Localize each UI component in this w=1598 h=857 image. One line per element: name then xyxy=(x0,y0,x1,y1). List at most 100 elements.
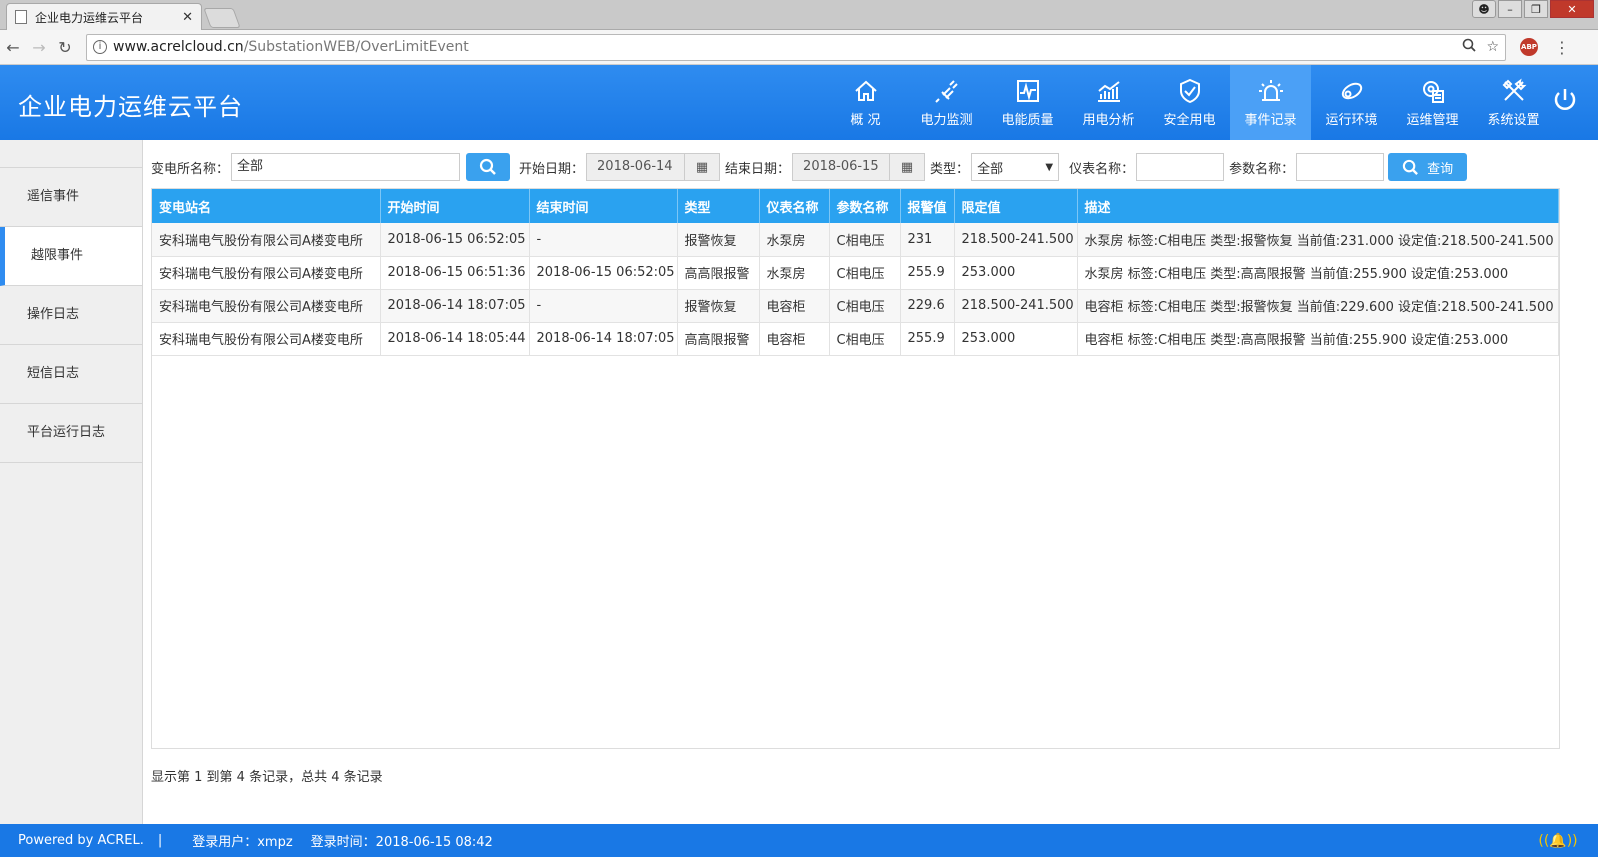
plug-icon xyxy=(934,80,958,103)
nav-event-records[interactable]: 事件记录 xyxy=(1230,65,1311,140)
cell-meter: 电容柜 xyxy=(759,322,830,356)
zoom-search-icon[interactable] xyxy=(1462,38,1477,56)
adblock-icon[interactable]: ABP xyxy=(1520,38,1538,56)
app-header: 企业电力运维云平台 概 况 电力监测 电能质量 用电分析 安全用电 事件记录 运… xyxy=(0,65,1598,140)
close-window-icon[interactable]: ✕ xyxy=(1550,0,1594,18)
cell-description: 电容柜 标签:C相电压 类型:高高限报警 当前值:255.900 设定值:253… xyxy=(1077,322,1559,356)
sidebar-item-platform-log[interactable]: 平台运行日志 xyxy=(0,404,142,463)
power-icon[interactable] xyxy=(1550,85,1580,115)
cell-start-time: 2018-06-15 06:51:36 xyxy=(380,256,530,290)
cell-alarm-value: 231 xyxy=(900,223,955,257)
new-tab-button[interactable] xyxy=(203,8,241,28)
site-info-icon[interactable]: i xyxy=(93,40,107,54)
cell-end-time: 2018-06-15 06:52:05 xyxy=(529,256,678,290)
nav-overview[interactable]: 概 况 xyxy=(825,65,906,140)
substation-search-button[interactable] xyxy=(466,153,511,181)
start-date-input[interactable]: 2018-06-14 xyxy=(586,153,686,181)
cell-meter: 水泵房 xyxy=(759,223,830,257)
back-icon[interactable]: ← xyxy=(0,38,26,57)
dropdown-arrow-icon: ▼ xyxy=(1045,161,1054,173)
user-profile-icon[interactable]: ☻ xyxy=(1472,0,1496,18)
type-select[interactable]: 全部 ▼ xyxy=(971,153,1060,181)
table-row[interactable]: 安科瑞电气股份有限公司A楼变电所 2018-06-14 18:05:44 201… xyxy=(152,322,1559,356)
bar-chart-icon xyxy=(1097,81,1120,102)
cell-end-time: 2018-06-14 18:07:05 xyxy=(529,322,678,356)
nav-label: 概 况 xyxy=(850,113,881,128)
nav-label: 电能质量 xyxy=(1001,113,1054,128)
nav-system-settings[interactable]: 系统设置 xyxy=(1473,65,1554,140)
param-input[interactable] xyxy=(1296,153,1385,181)
cell-description: 水泵房 标签:C相电压 类型:报警恢复 当前值:231.000 设定值:218.… xyxy=(1077,223,1559,257)
meter-input[interactable] xyxy=(1136,153,1225,181)
table-row[interactable]: 安科瑞电气股份有限公司A楼变电所 2018-06-14 18:07:05 - 报… xyxy=(152,289,1559,323)
end-date-label: 结束日期： xyxy=(725,161,791,177)
nav-power-quality[interactable]: 电能质量 xyxy=(987,65,1068,140)
table-row[interactable]: 安科瑞电气股份有限公司A楼变电所 2018-06-15 06:52:05 - 报… xyxy=(152,223,1559,257)
cell-substation: 安科瑞电气股份有限公司A楼变电所 xyxy=(152,322,381,356)
powered-by-text: Powered by ACREL. xyxy=(18,833,144,848)
filter-bar: 变电所名称： 全部 开始日期： 2018-06-14 ▦ 结束日期： 2018-… xyxy=(151,152,1468,182)
browser-menu-icon[interactable]: ⋮ xyxy=(1554,38,1570,57)
end-date-input[interactable]: 2018-06-15 xyxy=(792,153,891,181)
col-meter[interactable]: 仪表名称 xyxy=(759,189,830,223)
nav-label: 运行环境 xyxy=(1325,113,1378,128)
cell-limit-value: 253.000 xyxy=(954,256,1078,290)
url-text[interactable]: www.acrelcloud.cn/SubstationWEB/OverLimi… xyxy=(113,39,1452,55)
end-calendar-icon[interactable]: ▦ xyxy=(890,153,926,181)
main-content: 变电所名称： 全部 开始日期： 2018-06-14 ▦ 结束日期： 2018-… xyxy=(143,140,1598,824)
cell-param: C相电压 xyxy=(829,289,901,323)
restore-icon[interactable]: ❐ xyxy=(1524,0,1548,18)
nav-label: 安全用电 xyxy=(1163,113,1216,128)
col-limit-value[interactable]: 限定值 xyxy=(954,189,1078,223)
reload-icon[interactable]: ↻ xyxy=(52,38,78,57)
forward-icon[interactable]: → xyxy=(26,38,52,57)
sidebar-item-remote-signal-events[interactable]: 遥信事件 xyxy=(0,168,142,227)
cell-end-time: - xyxy=(529,223,678,257)
tab-close-icon[interactable]: ✕ xyxy=(182,10,193,25)
nav-power-monitoring[interactable]: 电力监测 xyxy=(906,65,987,140)
event-table: 变电站名 开始时间 结束时间 类型 仪表名称 参数名称 报警值 限定值 描述 安… xyxy=(152,189,1559,356)
col-substation[interactable]: 变电站名 xyxy=(152,189,381,223)
nav-usage-analysis[interactable]: 用电分析 xyxy=(1068,65,1149,140)
start-calendar-icon[interactable]: ▦ xyxy=(685,153,721,181)
cell-description: 水泵房 标签:C相电压 类型:高高限报警 当前值:255.900 设定值:253… xyxy=(1077,256,1559,290)
minimize-icon[interactable]: – xyxy=(1498,0,1522,18)
bookmark-star-icon[interactable]: ☆ xyxy=(1486,39,1499,55)
search-icon xyxy=(479,158,496,175)
col-param[interactable]: 参数名称 xyxy=(829,189,901,223)
param-label: 参数名称： xyxy=(1229,161,1295,177)
cell-limit-value: 218.500-241.500 xyxy=(954,223,1078,257)
address-bar[interactable]: i www.acrelcloud.cn/SubstationWEB/OverLi… xyxy=(86,33,1506,61)
nav-maintenance[interactable]: 运维管理 xyxy=(1392,65,1473,140)
cell-substation: 安科瑞电气股份有限公司A楼变电所 xyxy=(152,289,381,323)
nav-environment[interactable]: 运行环境 xyxy=(1311,65,1392,140)
table-row[interactable]: 安科瑞电气股份有限公司A楼变电所 2018-06-15 06:51:36 201… xyxy=(152,256,1559,290)
col-alarm-value[interactable]: 报警值 xyxy=(900,189,955,223)
cell-param: C相电压 xyxy=(829,256,901,290)
cell-substation: 安科瑞电气股份有限公司A楼变电所 xyxy=(152,256,381,290)
query-button[interactable]: 查询 xyxy=(1388,153,1468,181)
sidebar-item-overlimit-events[interactable]: 越限事件 xyxy=(0,227,142,286)
type-label: 类型： xyxy=(930,161,970,177)
col-start-time[interactable]: 开始时间 xyxy=(380,189,530,223)
sidebar-item-operation-log[interactable]: 操作日志 xyxy=(0,286,142,345)
app-title: 企业电力运维云平台 xyxy=(18,93,243,121)
alarm-bell-icon[interactable]: ((🔔)) xyxy=(1538,830,1577,852)
browser-toolbar: ← → ↻ i www.acrelcloud.cn/SubstationWEB/… xyxy=(0,30,1598,65)
sidebar-item-sms-log[interactable]: 短信日志 xyxy=(0,345,142,404)
substation-input[interactable]: 全部 xyxy=(231,153,461,181)
cell-type: 高高限报警 xyxy=(677,322,760,356)
nav-safety[interactable]: 安全用电 xyxy=(1149,65,1230,140)
browser-tab[interactable]: 企业电力运维云平台 ✕ xyxy=(6,3,202,30)
nav-label: 运维管理 xyxy=(1406,113,1459,128)
search-icon xyxy=(1402,159,1419,175)
col-description[interactable]: 描述 xyxy=(1077,189,1559,223)
shield-check-icon xyxy=(1179,78,1200,104)
browser-tab-bar: 企业电力运维云平台 ✕ ☻ – ❐ ✕ xyxy=(0,0,1598,30)
cell-type: 报警恢复 xyxy=(677,289,760,323)
cell-start-time: 2018-06-15 06:52:05 xyxy=(380,223,530,257)
substation-label: 变电所名称： xyxy=(151,161,230,177)
col-end-time[interactable]: 结束时间 xyxy=(529,189,678,223)
home-icon xyxy=(854,80,877,101)
col-type[interactable]: 类型 xyxy=(677,189,760,223)
